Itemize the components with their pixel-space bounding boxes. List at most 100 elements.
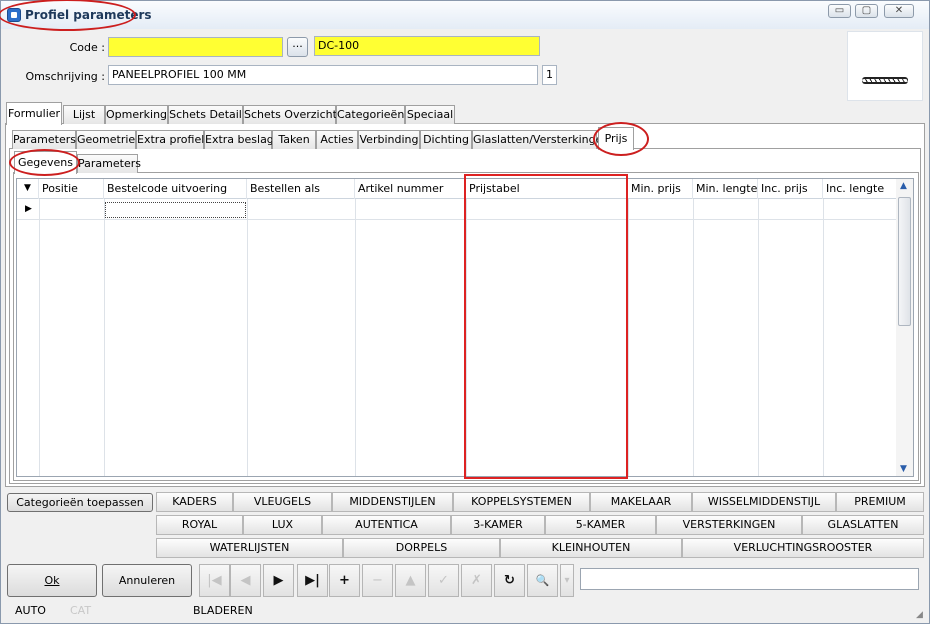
category-wisselmiddenstijl[interactable]: WISSELMIDDENSTIJL	[692, 492, 836, 512]
grid-col-separator	[104, 199, 105, 476]
gegevens-tab-annotation	[9, 149, 80, 176]
category-koppelsystemen[interactable]: KOPPELSYSTEMEN	[453, 492, 590, 512]
scroll-up-icon[interactable]: ▲	[900, 181, 907, 191]
tab-glaslatten-versterkingen[interactable]: Glaslatten/Versterkingen	[472, 130, 609, 149]
tab-categorieen[interactable]: Categorieën	[336, 105, 405, 124]
prijstabel-annotation	[464, 174, 628, 479]
minimize-icon: ▭	[834, 5, 845, 16]
grid-col-separator	[758, 199, 759, 476]
resize-grip-icon[interactable]: ◢	[916, 610, 923, 620]
category-glaslatten[interactable]: GLASLATTEN	[802, 515, 924, 535]
category-lux[interactable]: LUX	[243, 515, 322, 535]
col-artikel-nummer[interactable]: Artikel nummer	[355, 179, 466, 199]
category-royal[interactable]: ROYAL	[156, 515, 243, 535]
col-bestellen-als[interactable]: Bestellen als	[247, 179, 355, 199]
category-premium[interactable]: PREMIUM	[836, 492, 924, 512]
category-autentica[interactable]: AUTENTICA	[322, 515, 451, 535]
tab-opmerking[interactable]: Opmerking	[105, 105, 168, 124]
code-lookup-button[interactable]: ...	[287, 37, 308, 57]
scroll-down-icon[interactable]: ▼	[900, 464, 907, 474]
category-5-kamer[interactable]: 5-KAMER	[545, 515, 656, 535]
tab-schets-overzicht[interactable]: Schets Overzicht	[243, 105, 337, 124]
col-inc-prijs[interactable]: Inc. prijs	[758, 179, 823, 199]
category-waterlijsten[interactable]: WATERLIJSTEN	[156, 538, 343, 558]
ok-button[interactable]: Ok	[7, 564, 97, 597]
grid-col-separator	[355, 199, 356, 476]
table-row[interactable]	[105, 202, 246, 218]
tab-formulier[interactable]: Formulier	[6, 102, 62, 125]
first-record-icon[interactable]: |◀	[199, 564, 230, 597]
edit-record-icon[interactable]: ▲	[395, 564, 426, 597]
cancel-record-icon[interactable]: ✗	[461, 564, 492, 597]
category-kleinhouten[interactable]: KLEINHOUTEN	[500, 538, 682, 558]
category-3-kamer[interactable]: 3-KAMER	[451, 515, 545, 535]
profile-preview	[847, 31, 923, 101]
grid-col-separator	[823, 199, 824, 476]
grid-header: ▼ Positie Bestelcode uitvoering Bestelle…	[17, 179, 897, 199]
tab-dichting[interactable]: Dichting	[420, 130, 472, 149]
col-min-prijs[interactable]: Min. prijs	[628, 179, 693, 199]
find-icon[interactable]: 🔍	[527, 564, 558, 597]
category-verluchtingsrooster[interactable]: VERLUCHTINGSROOSTER	[682, 538, 924, 558]
apply-categories-button[interactable]: Categorieën toepassen	[7, 493, 153, 512]
tab-extra-profiel[interactable]: Extra profiel	[136, 130, 204, 149]
window: Profiel parameters ▭ ▢ ✕ Code : ... DC-1…	[0, 0, 930, 624]
maximize-icon: ▢	[861, 5, 872, 16]
search-input[interactable]	[580, 568, 919, 590]
tab-speciaal[interactable]: Speciaal	[405, 105, 455, 124]
category-vleugels[interactable]: VLEUGELS	[233, 492, 332, 512]
col-min-lengte[interactable]: Min. lengte	[693, 179, 758, 199]
minimize-button[interactable]: ▭	[828, 4, 851, 18]
maximize-button[interactable]: ▢	[855, 4, 878, 18]
category-dorpels[interactable]: DORPELS	[343, 538, 500, 558]
grid-col-separator	[247, 199, 248, 476]
refresh-icon[interactable]: ↻	[494, 564, 525, 597]
scrollbar-thumb[interactable]	[898, 197, 911, 326]
code-label: Code :	[69, 41, 105, 54]
tab-lijst[interactable]: Lijst	[63, 105, 105, 124]
insert-record-icon[interactable]: +	[329, 564, 360, 597]
status-cat: CAT	[70, 604, 92, 617]
col-inc-lengte[interactable]: Inc. lengte	[823, 179, 897, 199]
tab-schets-detail[interactable]: Schets Detail	[168, 105, 243, 124]
code-input[interactable]	[108, 37, 283, 57]
category-kaders[interactable]: KADERS	[156, 492, 233, 512]
tab-taken[interactable]: Taken	[272, 130, 316, 149]
close-button[interactable]: ✕	[884, 4, 914, 18]
prijs-tab-annotation	[593, 122, 649, 156]
category-makelaar[interactable]: MAKELAAR	[590, 492, 692, 512]
col-bestelcode-uitvoering[interactable]: Bestelcode uitvoering	[104, 179, 247, 199]
category-middenstijlen[interactable]: MIDDENSTIJLEN	[332, 492, 453, 512]
description-input[interactable]: PANEELPROFIEL 100 MM	[108, 65, 538, 85]
next-record-icon[interactable]: ▶	[263, 564, 294, 597]
col-positie[interactable]: Positie	[39, 179, 104, 199]
tab-verbinding[interactable]: Verbinding	[358, 130, 420, 149]
grid-scrollbar[interactable]: ▲ ▼	[896, 179, 913, 476]
more-options-icon[interactable]: ▾	[560, 564, 574, 597]
delete-record-icon[interactable]: −	[362, 564, 393, 597]
tab-geometrie[interactable]: Geometrie	[76, 130, 136, 149]
profile-sketch	[862, 77, 908, 84]
category-versterkingen[interactable]: VERSTERKINGEN	[656, 515, 802, 535]
post-record-icon[interactable]: ✓	[428, 564, 459, 597]
cancel-button[interactable]: Annuleren	[102, 564, 192, 597]
grid-col-separator	[39, 199, 40, 476]
title-annotation	[0, 0, 136, 31]
prev-record-icon[interactable]: ◀	[230, 564, 261, 597]
description-label: Omschrijving :	[25, 70, 105, 83]
last-record-icon[interactable]: ▶|	[297, 564, 328, 597]
tab-inner-parameters[interactable]: Parameters	[77, 154, 141, 173]
close-icon: ✕	[894, 5, 904, 16]
tab-extra-beslag[interactable]: Extra beslag	[204, 130, 274, 149]
current-row-indicator-icon: ▶	[25, 204, 32, 214]
grid-col-separator	[693, 199, 694, 476]
title-bar: Profiel parameters ▭ ▢ ✕	[0, 0, 929, 31]
code-name-field[interactable]: DC-100	[314, 36, 540, 56]
status-state: BLADEREN	[193, 604, 253, 617]
count-field: 1	[542, 65, 557, 85]
row-indicator-header[interactable]: ▼	[17, 179, 39, 199]
tab-acties[interactable]: Acties	[316, 130, 358, 149]
tab-parameters[interactable]: Parameters	[12, 130, 76, 149]
status-mode: AUTO	[15, 604, 46, 617]
grid-row-separator	[17, 219, 897, 220]
